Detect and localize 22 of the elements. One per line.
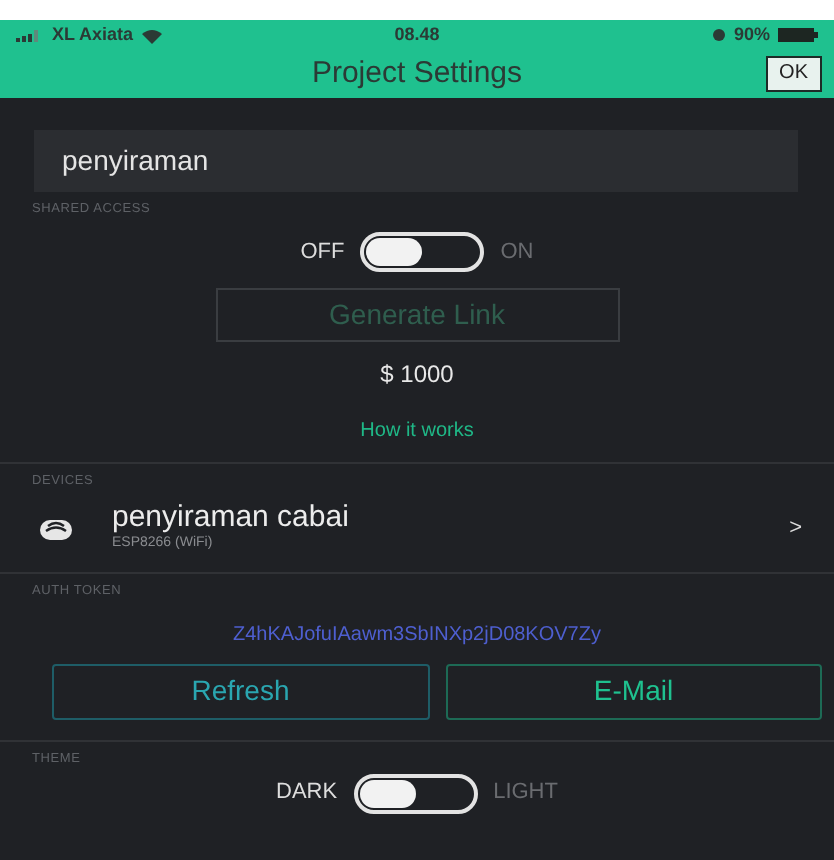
- auth-token-text: Z4hKAJofuIAawm3SbINXp2jD08KOV7Zy: [233, 623, 601, 646]
- toggle-label: LIGHT: [493, 778, 558, 809]
- wifi-icon: [141, 27, 162, 43]
- device-name: penyiraman cabai: [112, 501, 351, 533]
- ok-button[interactable]: OK: [765, 56, 822, 92]
- toggle-label: DARK: [276, 778, 338, 809]
- project-name-field[interactable]: penyiraman: [34, 130, 798, 192]
- email-button[interactable]: E-Mail: [445, 663, 822, 720]
- signal-icon: [16, 28, 44, 42]
- battery-icon: [778, 28, 818, 42]
- refresh-button[interactable]: Refresh: [52, 663, 429, 720]
- toggle-label: OFF: [300, 237, 345, 267]
- carrier-name: XL Axiata: [52, 21, 134, 48]
- toggle-label: ON: [500, 237, 534, 267]
- toggle-switch[interactable]: [360, 231, 485, 272]
- how-it-works-link[interactable]: How it works: [360, 419, 474, 442]
- toggle-switch[interactable]: [353, 773, 478, 813]
- battery-percent: 90%: [733, 21, 770, 48]
- screen-title: Project Settings: [311, 53, 523, 94]
- price-text: $ 1000: [380, 359, 454, 388]
- chevron-icon[interactable]: >: [789, 511, 802, 544]
- status-time: 08.48: [394, 23, 440, 44]
